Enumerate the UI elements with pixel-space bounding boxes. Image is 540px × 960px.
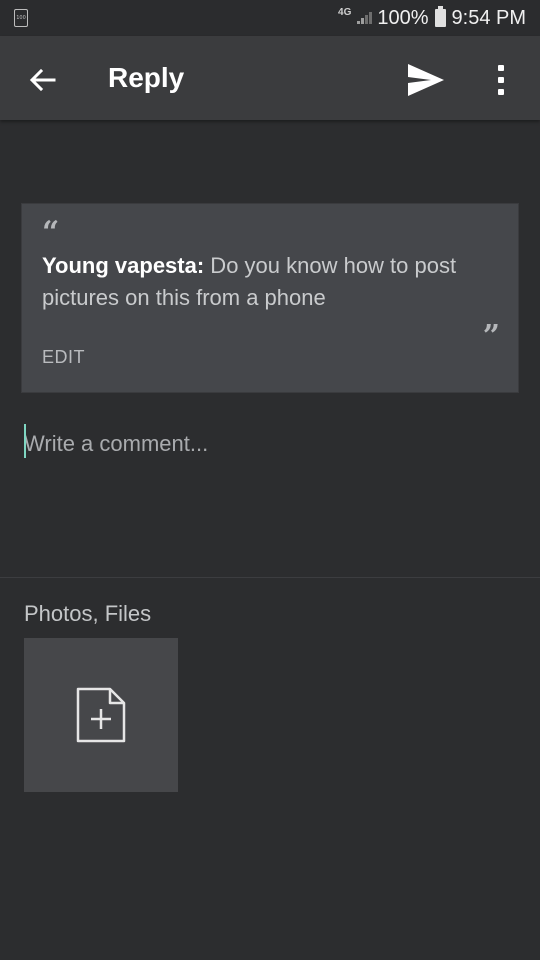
quoted-message: Young vapesta: Do you know how to post p… (42, 250, 502, 314)
quote-author: Young vapesta: (42, 253, 205, 278)
add-file-icon (76, 687, 126, 743)
quote-close-mark: ” (482, 319, 500, 354)
app-toolbar: Reply (0, 36, 540, 120)
quote-open-mark: “ (42, 215, 60, 250)
send-button[interactable] (402, 56, 450, 104)
signal-icon (357, 12, 373, 24)
divider (0, 577, 540, 578)
clock: 9:54 PM (451, 6, 526, 29)
more-vert-icon (498, 65, 504, 71)
quoted-message-card: “ Young vapesta: Do you know how to post… (21, 203, 519, 393)
battery-saver-label: 100 (16, 15, 26, 21)
battery-saver-icon: 100 (14, 9, 28, 27)
network-type: 4G (338, 7, 352, 18)
comment-input[interactable] (24, 424, 514, 464)
arrow-left-icon (29, 68, 56, 92)
text-cursor (24, 424, 26, 458)
edit-quote-button[interactable]: EDIT (42, 347, 85, 368)
battery-percent: 100% (377, 6, 429, 29)
add-attachment-button[interactable] (24, 638, 178, 792)
status-bar: 100 4G 100% 9:54 PM (0, 0, 540, 36)
battery-icon (434, 6, 446, 27)
more-vert-icon-dot (498, 89, 504, 95)
back-button[interactable] (20, 58, 64, 102)
more-vert-icon-dot (498, 77, 504, 83)
more-options-button[interactable] (486, 56, 516, 104)
page-title: Reply (108, 62, 185, 93)
attachments-label: Photos, Files (24, 601, 152, 626)
send-icon (408, 64, 444, 96)
